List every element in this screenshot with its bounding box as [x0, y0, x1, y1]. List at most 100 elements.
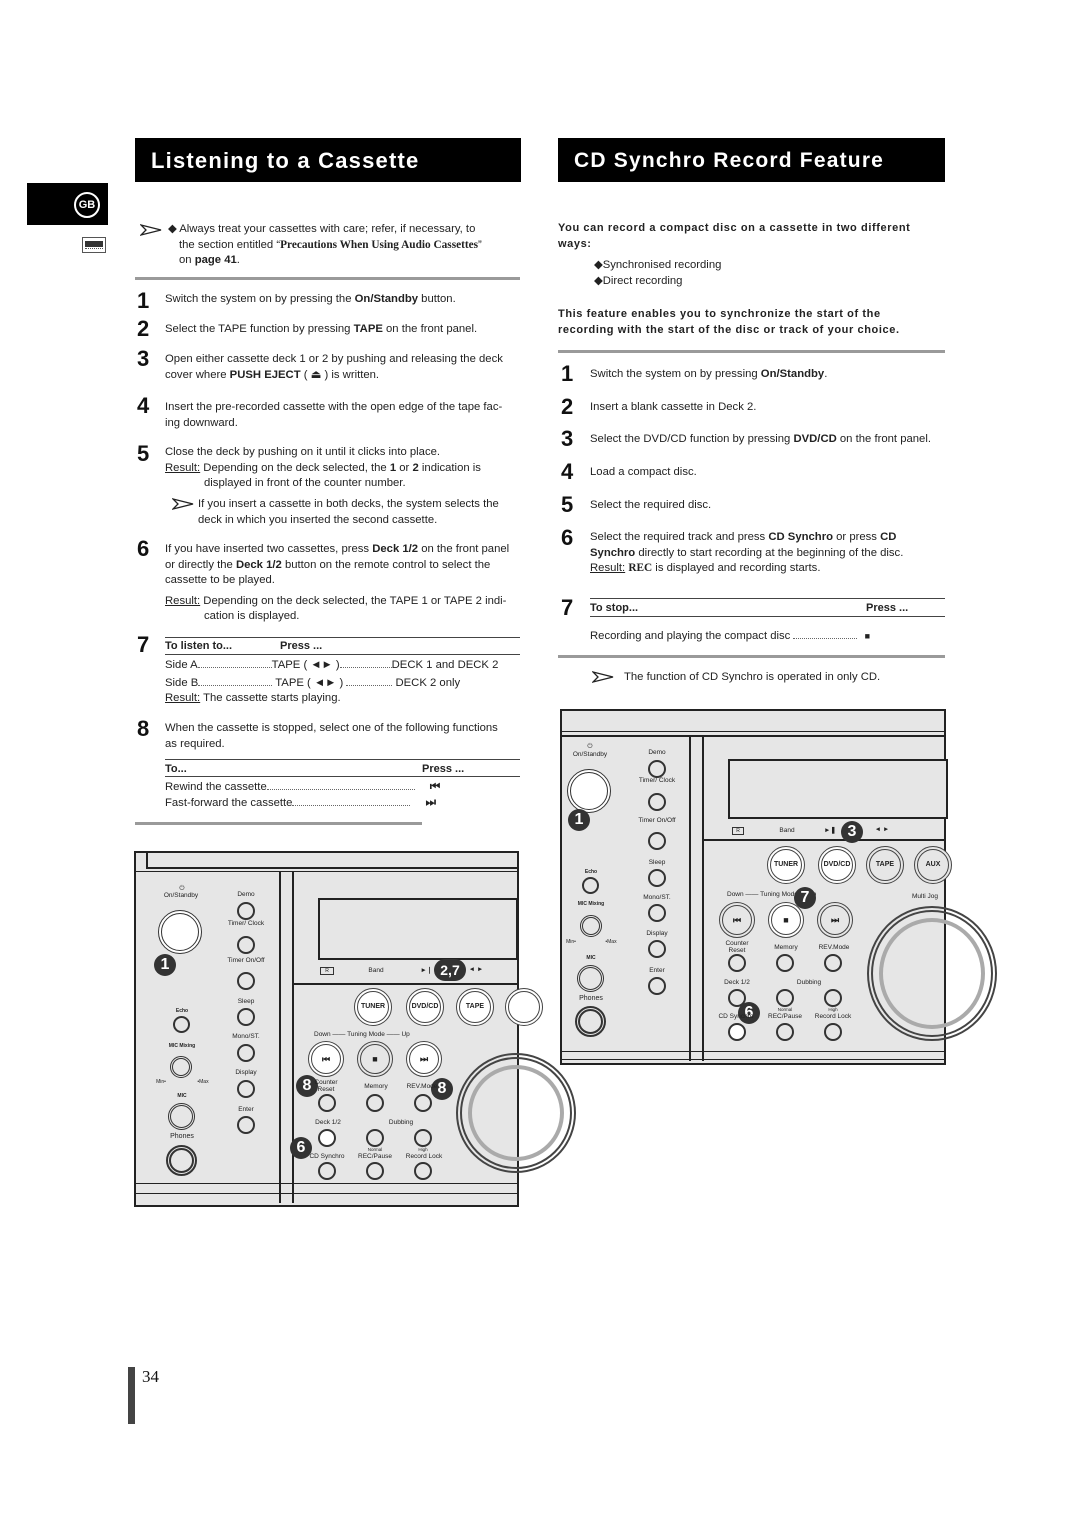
sleep-button[interactable] — [648, 869, 666, 887]
sleep-button[interactable] — [237, 1008, 255, 1026]
tape-button[interactable]: TAPE — [866, 846, 904, 884]
rev-mode-label: REV.Mode — [406, 1083, 438, 1090]
dvd-cd-button[interactable]: DVD/CD — [818, 846, 856, 884]
panel-line — [702, 839, 946, 841]
panel-line — [146, 853, 148, 867]
phones-label: Phones — [170, 1133, 194, 1140]
counter-reset-button[interactable] — [318, 1094, 336, 1112]
previous-button[interactable]: ⏮ — [308, 1041, 344, 1077]
note-period: . — [236, 254, 240, 266]
aux-button-partial[interactable] — [505, 988, 543, 1026]
step-text-part: is displayed and recording starts. — [652, 562, 821, 574]
band-label: Band — [368, 967, 384, 974]
mono-st-button[interactable] — [648, 904, 666, 922]
previous-button[interactable]: ⏮ — [719, 902, 755, 938]
cd-synchro-button[interactable] — [318, 1162, 336, 1180]
mic-jack[interactable] — [168, 1103, 195, 1130]
memory-button[interactable] — [776, 954, 794, 972]
next-button[interactable]: ⏭ — [406, 1041, 442, 1077]
timer-onoff-button[interactable] — [648, 832, 666, 850]
enter-button[interactable] — [648, 977, 666, 995]
table-top-rule — [165, 759, 520, 760]
table-header-to: To... — [165, 763, 187, 775]
side-label: Side B — [165, 677, 199, 689]
step-number: 6 — [137, 536, 150, 561]
play-pause-icon: ►❚ — [824, 827, 836, 834]
rec-pause-button[interactable] — [366, 1162, 384, 1180]
next-button[interactable]: ⏭ — [817, 902, 853, 938]
dubbing-high-button[interactable] — [414, 1129, 432, 1147]
action-label: Rewind the cassette — [165, 781, 267, 793]
step-number: 7 — [137, 632, 150, 657]
panel-line — [292, 983, 517, 985]
dubbing-high-button[interactable] — [824, 989, 842, 1007]
rec-pause-button[interactable] — [776, 1023, 794, 1041]
cd-synchro-button[interactable] — [728, 1023, 746, 1041]
rev-mode-label: REV.Mode — [818, 944, 850, 951]
counter-reset-button[interactable] — [728, 954, 746, 972]
gb-badge: GB — [74, 192, 100, 218]
step-text: If you have inserted two cassettes, pres… — [165, 542, 525, 625]
multi-jog-dial[interactable] — [867, 906, 997, 1041]
mic-label: MIC — [586, 955, 596, 961]
on-standby-label: On/Standby — [163, 892, 199, 899]
mic-jack[interactable] — [577, 965, 604, 992]
dvd-cd-button[interactable]: DVD/CD — [406, 988, 444, 1026]
step-keyword: On/Standby — [760, 368, 825, 380]
display-button[interactable] — [648, 940, 666, 958]
table-row: Side B TAPE ( ◄► ) DECK 2 only — [165, 675, 525, 692]
memory-button[interactable] — [366, 1094, 384, 1112]
down-label: Down — [314, 1031, 331, 1038]
phones-jack[interactable] — [575, 1006, 606, 1037]
tape-button[interactable]: TAPE — [456, 988, 494, 1026]
on-standby-button[interactable] — [567, 769, 611, 813]
timer-clock-button[interactable] — [648, 793, 666, 811]
deck12-button[interactable] — [318, 1129, 336, 1147]
intro-line: ways: — [558, 238, 592, 250]
rev-mode-button[interactable] — [414, 1094, 432, 1112]
on-standby-button[interactable] — [158, 910, 202, 954]
echo-button[interactable] — [173, 1016, 190, 1033]
step-text-part: or press — [833, 531, 881, 543]
remote-sensor-mark: R — [320, 967, 334, 975]
aux-button[interactable]: AUX — [914, 846, 952, 884]
rev-mode-button[interactable] — [824, 954, 842, 972]
dubbing-normal-button[interactable] — [776, 989, 794, 1007]
stop-button[interactable]: ■ — [357, 1041, 393, 1077]
demo-button[interactable] — [237, 902, 255, 920]
demo-button[interactable] — [648, 760, 666, 778]
mic-mixing-knob[interactable] — [580, 915, 602, 937]
action-label: Recording and playing the compact disc — [590, 630, 791, 642]
step-number: 4 — [561, 459, 574, 484]
enter-button[interactable] — [237, 1116, 255, 1134]
note-arrow-icon — [140, 224, 162, 236]
record-lock-button[interactable] — [824, 1023, 842, 1041]
timer-onoff-button[interactable] — [237, 972, 255, 990]
dubbing-normal-button[interactable] — [366, 1129, 384, 1147]
mono-st-button[interactable] — [237, 1044, 255, 1062]
step-number: 5 — [561, 492, 574, 517]
step-text-part: Select the DVD/CD function by pressing — [590, 433, 794, 445]
timer-clock-button[interactable] — [237, 936, 255, 954]
multi-jog-dial[interactable] — [456, 1053, 576, 1173]
display-window — [728, 759, 948, 819]
tuner-button[interactable]: TUNER — [354, 988, 392, 1026]
table-top-rule — [590, 598, 945, 599]
step-text-part: or — [396, 461, 413, 474]
phones-jack[interactable] — [166, 1145, 197, 1176]
mono-st-label: Mono/ST. — [232, 1033, 260, 1040]
rec-indicator: REC — [628, 562, 653, 574]
step-text-part: on the front panel. — [382, 323, 478, 335]
mic-mixing-knob[interactable] — [170, 1056, 192, 1078]
tuner-button[interactable]: TUNER — [767, 846, 805, 884]
record-lock-button[interactable] — [414, 1162, 432, 1180]
stop-button[interactable]: ■ — [768, 902, 804, 938]
press-value: TAPE ( ◄► ) — [271, 659, 340, 671]
intro-line: You can record a compact disc on a casse… — [558, 222, 911, 234]
table-header-to-stop: To stop... — [590, 602, 639, 614]
page-ref-link[interactable]: page 41 — [195, 254, 237, 266]
dubbing-label: Dubbing — [796, 979, 822, 986]
up-label: Up — [401, 1031, 410, 1038]
display-button[interactable] — [237, 1080, 255, 1098]
echo-button[interactable] — [582, 877, 599, 894]
